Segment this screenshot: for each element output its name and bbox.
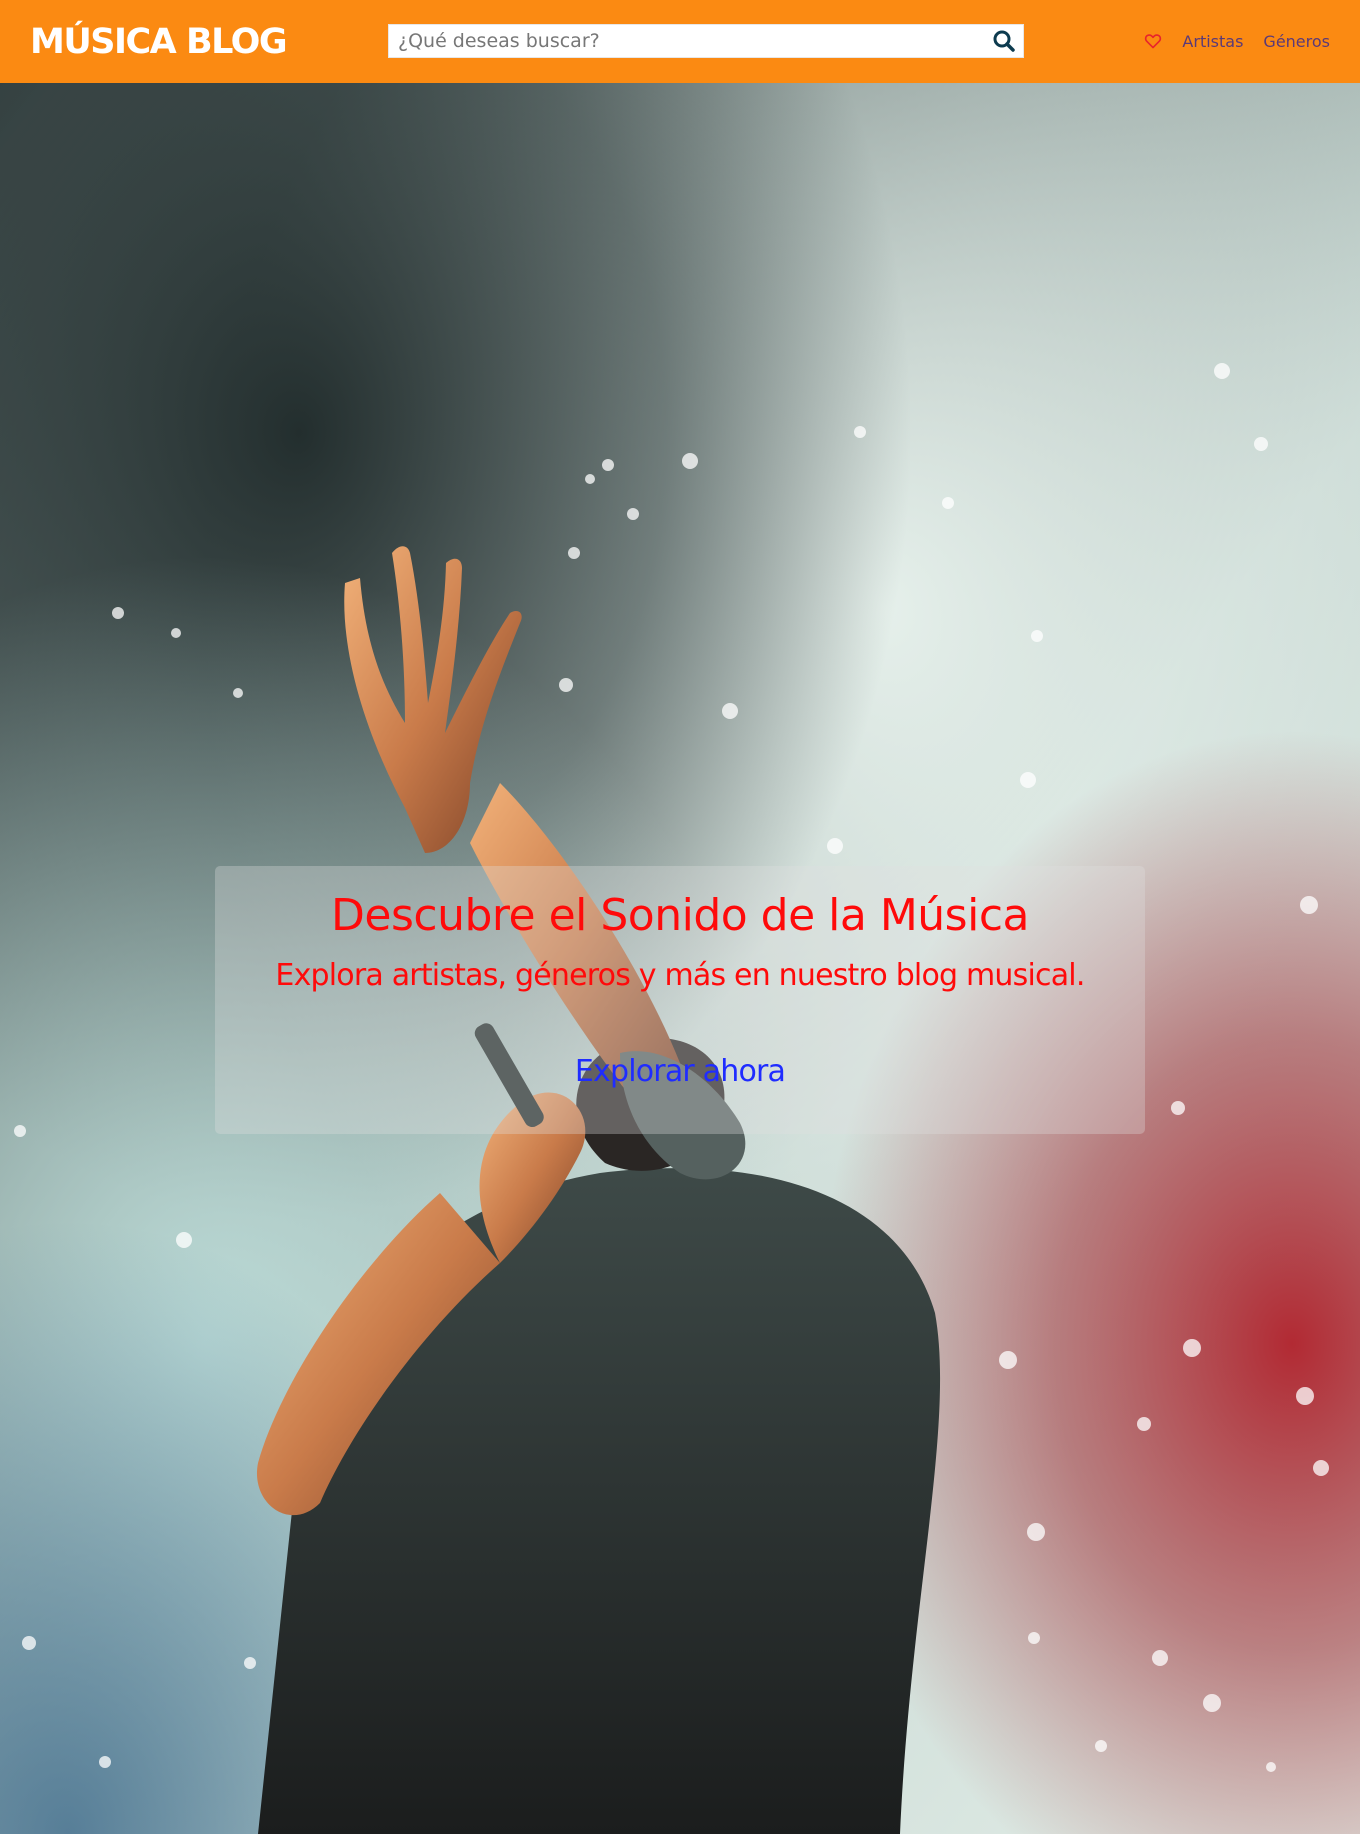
hero-overlay-card: Descubre el Sonido de la Música Explora …: [215, 866, 1145, 1134]
brand-logo[interactable]: MÚSICA BLOG: [30, 18, 288, 66]
search-input[interactable]: [389, 25, 979, 57]
search-button[interactable]: [991, 28, 1017, 54]
nav-menu: Artistas Géneros: [1144, 28, 1330, 54]
nav-link-generos[interactable]: Géneros: [1263, 32, 1330, 51]
hero-subtitle: Explora artistas, géneros y más en nuest…: [275, 958, 1085, 993]
nav-link-artistas[interactable]: Artistas: [1182, 32, 1243, 51]
navbar: MÚSICA BLOG Artistas Géneros: [0, 0, 1360, 83]
search-bar: [388, 24, 1024, 58]
search-icon: [993, 30, 1015, 52]
explore-now-button[interactable]: Explorar ahora: [215, 1052, 1145, 1092]
heart-icon[interactable]: [1144, 33, 1162, 49]
hero-section: Descubre el Sonido de la Música Explora …: [0, 83, 1360, 1834]
hero-title: Descubre el Sonido de la Música: [331, 890, 1029, 941]
